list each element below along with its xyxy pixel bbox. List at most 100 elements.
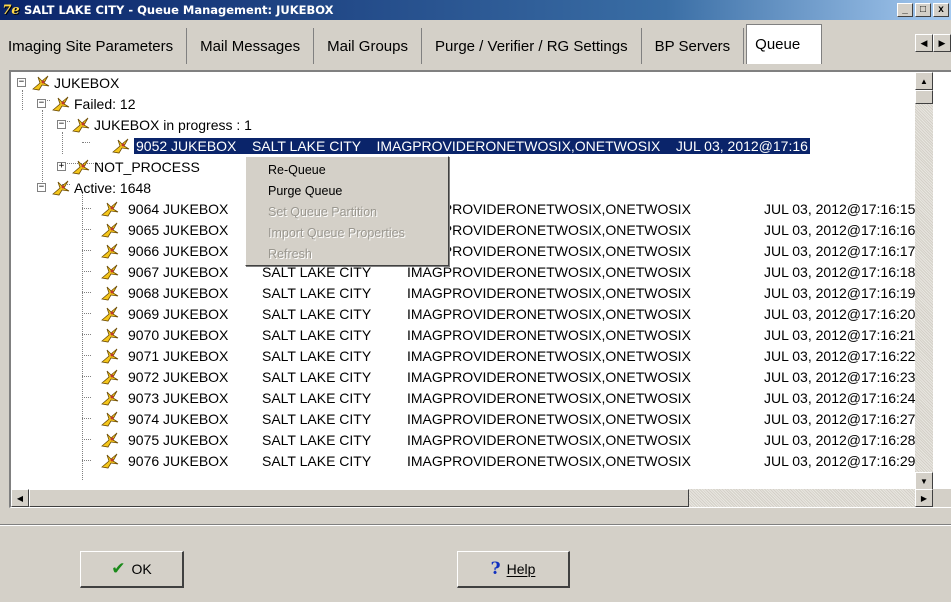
queue-tree[interactable]: − JUKEBOX − Failed: 12 − JUKEBOX in prog… [11, 72, 933, 490]
queue-item-time: JUL 03, 2012@17:16:20 [764, 305, 916, 322]
tree-node-active[interactable]: − Active: 1648 [31, 177, 151, 198]
queue-item-site: SALT LAKE CITY [262, 263, 372, 280]
minimize-button[interactable]: _ [897, 3, 913, 17]
tree-node-queue-item[interactable]: 9075 JUKEBOX SALT LAKE CITY IMAGPROVIDERON… [82, 429, 915, 450]
queue-item-provider: IMAGPROVIDERONETWOSIX,ONETWOSIX [407, 347, 691, 364]
tree-node-selected[interactable]: 9052 JUKEBOX SALT LAKE CITY IMAGPROVIDER… [91, 135, 810, 156]
queue-item-icon [100, 389, 120, 407]
queue-item-id: 9066 JUKEBOX [128, 242, 229, 259]
queue-item-icon [100, 368, 120, 386]
queue-item-icon [100, 221, 120, 239]
window-controls: _ □ x [897, 3, 951, 17]
tab-scroll-buttons: ◀ ▶ [915, 34, 951, 52]
scroll-down-button[interactable]: ▼ [915, 472, 933, 490]
queue-item-site: SALT LAKE CITY [262, 410, 372, 427]
queue-item-provider: IMAGPROVIDERONETWOSIX,ONETWOSIX [407, 452, 691, 469]
close-button[interactable]: x [933, 3, 949, 17]
queue-item-time: JUL 03, 2012@17:16:18 [764, 263, 916, 280]
tree-node-in-progress[interactable]: − JUKEBOX in progress : 1 [51, 114, 252, 135]
menu-item-set-queue-partition: Set Queue Partition [268, 204, 378, 219]
queue-item-id: 9068 JUKEBOX [128, 284, 229, 301]
queue-item-time: JUL 03, 2012@17:16:27 [764, 410, 916, 427]
tab-imaging-site-parameters[interactable]: Imaging Site Parameters [0, 28, 188, 64]
queue-item-provider: IMAGPROVIDERONETWOSIX,ONETWOSIX [407, 221, 691, 238]
vertical-scroll-thumb[interactable] [915, 90, 933, 104]
queue-item-site: SALT LAKE CITY [262, 452, 372, 469]
tree-node-label: Failed: 12 [74, 95, 136, 112]
queue-item-provider: IMAGPROVIDERONETWOSIX,ONETWOSIX [407, 242, 691, 259]
scroll-up-button[interactable]: ▲ [915, 72, 933, 90]
queue-item-id: 9073 JUKEBOX [128, 389, 229, 406]
arrow-left-icon: ◀ [920, 37, 928, 48]
queue-item-time: JUL 03, 2012@17:16:22 [764, 347, 916, 364]
title-bar[interactable]: 7e SALT LAKE CITY - Queue Management: JU… [0, 0, 951, 20]
collapse-toggle[interactable]: − [37, 99, 46, 108]
arrow-right-icon: ▶ [920, 493, 928, 503]
queue-item-id: 9072 JUKEBOX [128, 368, 229, 385]
scroll-left-button[interactable]: ◀ [11, 489, 29, 507]
queue-item-provider: IMAGPROVIDERONETWOSIX,ONETWOSIX [407, 410, 691, 427]
queue-item-time: JUL 03, 2012@17:16:17 [764, 242, 916, 259]
tree-node-queue-item[interactable]: 9076 JUKEBOX SALT LAKE CITY IMAGPROVIDERON… [82, 450, 915, 471]
collapse-toggle[interactable]: − [57, 120, 66, 129]
app-logo-icon: 7e [2, 2, 20, 18]
queue-item-site: SALT LAKE CITY [262, 368, 372, 385]
queue-node-icon [31, 74, 51, 92]
scroll-right-button[interactable]: ▶ [915, 489, 933, 507]
tree-node-queue-item[interactable]: 9070 JUKEBOX SALT LAKE CITY IMAGPROVIDERON… [82, 324, 915, 345]
queue-item-id: 9065 JUKEBOX [128, 221, 229, 238]
queue-item-id: 9069 JUKEBOX [128, 305, 229, 322]
tree-node-queue-item[interactable]: 9074 JUKEBOX SALT LAKE CITY IMAGPROVIDERON… [82, 408, 915, 429]
tree-node-queue-item[interactable]: 9065 JUKEBOXSALT LAKE CITYIMAGPROVIDERON… [82, 219, 915, 240]
tree-node-queue-item[interactable]: 9069 JUKEBOX SALT LAKE CITY IMAGPROVIDERON… [82, 303, 915, 324]
tree-node-queue-item[interactable]: 9067 JUKEBOX SALT LAKE CITY IMAGPROVIDERON… [82, 261, 915, 282]
queue-item-provider: IMAGPROVIDERONETWOSIX,ONETWOSIX [407, 431, 691, 448]
tree-node-queue-item[interactable]: 9066 JUKEBOXSALT LAKE CITYIMAGPROVIDERON… [82, 240, 915, 261]
queue-item-site: SALT LAKE CITY [262, 326, 372, 343]
tree-node-label: NOT_PROCESS [94, 158, 200, 175]
queue-item-icon [100, 200, 120, 218]
queue-item-provider: IMAGPROVIDERONETWOSIX,ONETWOSIX [407, 305, 691, 322]
queue-item-site: SALT LAKE CITY [262, 347, 372, 364]
ok-button[interactable]: ✔ OK [80, 551, 184, 588]
collapse-toggle[interactable]: − [17, 78, 26, 87]
tree-node-root[interactable]: − JUKEBOX [11, 72, 119, 93]
arrow-down-icon: ▼ [920, 476, 928, 486]
tree-vertical-scrollbar[interactable]: ▲ ▼ [915, 72, 933, 490]
collapse-toggle[interactable]: − [37, 183, 46, 192]
expand-toggle[interactable]: + [57, 162, 66, 171]
tab-mail-messages[interactable]: Mail Messages [187, 28, 315, 64]
tree-horizontal-scrollbar[interactable]: ◀ ▶ [11, 489, 933, 507]
queue-item-id: 9076 JUKEBOX [128, 452, 229, 469]
queue-item-icon [111, 137, 131, 155]
queue-node-icon [51, 179, 71, 197]
menu-item-re-queue[interactable]: Re-Queue [246, 159, 448, 180]
tree-node-queue-item[interactable]: 9073 JUKEBOX SALT LAKE CITY IMAGPROVIDERON… [82, 387, 915, 408]
tab-scroll-left-button[interactable]: ◀ [915, 34, 933, 52]
arrow-left-icon: ◀ [16, 493, 24, 503]
tab-mail-groups[interactable]: Mail Groups [314, 28, 422, 64]
menu-item-purge-queue[interactable]: Purge Queue [246, 180, 448, 201]
tab-purge-verifier-rg-settings[interactable]: Purge / Verifier / RG Settings [421, 28, 642, 64]
window-title: SALT LAKE CITY - Queue Management: JUKEB… [24, 3, 334, 17]
queue-item-time: JUL 03, 2012@17:16:24 [764, 389, 916, 406]
maximize-button[interactable]: □ [915, 3, 931, 17]
tree-node-queue-item[interactable]: 9064 JUKEBOXSALT LAKE CITYIMAGPROVIDERON… [82, 198, 915, 219]
queue-item-time: JUL 03, 2012@17:16:29 [764, 452, 916, 469]
ok-button-label: OK [131, 561, 152, 577]
tree-node-not-processed[interactable]: + NOT_PROCESS [51, 156, 200, 177]
tree-node-queue-item[interactable]: 9068 JUKEBOX SALT LAKE CITY IMAGPROVIDERON… [82, 282, 915, 303]
tree-node-queue-item[interactable]: 9072 JUKEBOX SALT LAKE CITY IMAGPROVIDERON… [82, 366, 915, 387]
tree-node-queue-item[interactable]: 9071 JUKEBOX SALT LAKE CITY IMAGPROVIDERON… [82, 345, 915, 366]
tab-scroll-right-button[interactable]: ▶ [933, 34, 951, 52]
help-button[interactable]: ? Help [457, 551, 570, 588]
tab-bp-servers[interactable]: BP Servers [641, 28, 745, 64]
arrow-right-icon: ▶ [938, 37, 946, 48]
queue-item-provider: IMAGPROVIDERONETWOSIX,ONETWOSIX [407, 389, 691, 406]
horizontal-scroll-thumb[interactable] [29, 489, 689, 507]
tab-queue[interactable]: Queue [746, 24, 823, 64]
tree-node-label: JUKEBOX [54, 74, 120, 91]
queue-item-provider: IMAGPROVIDERONETWOSIX,ONETWOSIX [407, 200, 691, 217]
tree-node-failed[interactable]: − Failed: 12 [31, 93, 135, 114]
queue-tree-panel: − JUKEBOX − Failed: 12 − JUKEBOX in prog… [9, 70, 951, 508]
